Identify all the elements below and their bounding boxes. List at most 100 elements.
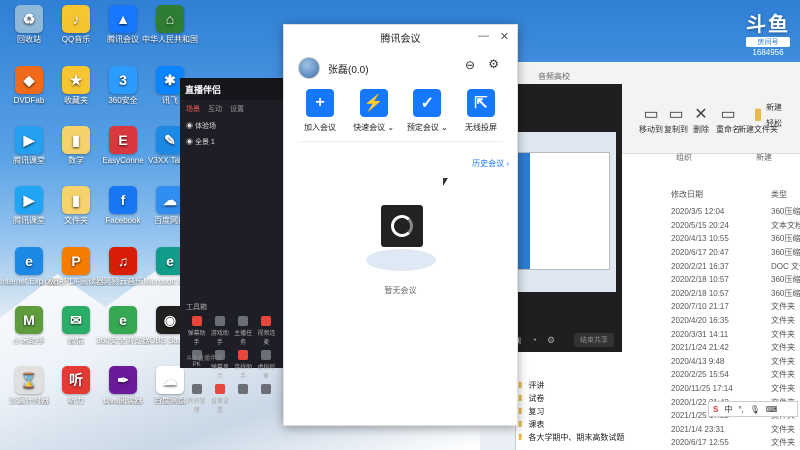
- close-icon[interactable]: ✕: [500, 30, 509, 43]
- meeting-actions: + 加入会议 ⚡ 快速会议 ⌄ ✓ 预定会议 ⌄ ⇱ 无线投屏: [294, 89, 507, 133]
- tool-label: 直播设置: [210, 399, 229, 414]
- file-row[interactable]: 2020/4/13 10:55 360压缩: [671, 232, 800, 246]
- file-row[interactable]: 2020/7/10 21:17 文件夹: [671, 300, 800, 314]
- tool-label: 弹幕助手: [187, 331, 206, 346]
- new-item-button[interactable]: 新建: [766, 102, 800, 113]
- tool-icon: [238, 316, 249, 326]
- chevron-down-icon[interactable]: ⌄: [387, 123, 394, 132]
- screen-share-window[interactable]: ▣ ◔ ⚙ 结束共享: [505, 84, 622, 352]
- room-number: 1684956: [752, 48, 784, 57]
- mic-icon[interactable]: ◔: [532, 335, 537, 345]
- folder-item[interactable]: ▮ 各大学期中、期末高数试题: [516, 432, 676, 445]
- app-icon: ♻: [15, 5, 43, 33]
- chevron-down-icon[interactable]: ⌄: [441, 123, 448, 132]
- gear-icon[interactable]: ⚙: [488, 57, 499, 71]
- file-row[interactable]: 2020/5/15 20:24 文本文档: [671, 219, 800, 233]
- easy-access-button[interactable]: 轻松: [766, 118, 800, 129]
- file-row[interactable]: 2020/11/25 17:14 文件夹: [671, 382, 800, 396]
- explorer-title: 音频高校: [538, 72, 570, 81]
- end-share-button[interactable]: 结束共享: [574, 333, 614, 347]
- calendar-icon: ✓: [413, 89, 442, 117]
- toolbox-item[interactable]: [233, 384, 254, 414]
- tab-interact[interactable]: 互动: [208, 104, 222, 114]
- file-row[interactable]: 2020/3/31 14:11 文件夹: [671, 327, 800, 341]
- folder-icon: ▮: [518, 393, 523, 402]
- organize-group-label: 组织: [676, 153, 692, 162]
- tab-settings[interactable]: 设置: [230, 104, 244, 114]
- tab-scene[interactable]: 场景: [186, 104, 200, 114]
- minimize-icon[interactable]: —: [478, 30, 489, 42]
- toolbox-item[interactable]: 虚拟形象: [256, 350, 277, 380]
- file-row[interactable]: 2020/4/20 16:35 文件夹: [671, 314, 800, 328]
- col-header-date[interactable]: 修改日期: [671, 189, 703, 200]
- folder-item[interactable]: ▮ 课表: [516, 419, 676, 432]
- tool-icon: [261, 384, 272, 394]
- col-header-type[interactable]: 类型: [771, 189, 787, 200]
- file-type: 360压缩: [771, 207, 800, 217]
- toolbox-item[interactable]: 主播任务: [233, 316, 254, 346]
- file-date: 2020/7/10 21:17: [671, 302, 729, 312]
- stream-companion-window[interactable]: 直播伴侣 场景 互动 设置 ◉ 体验场 ◉ 全景 1 工具箱 弹幕助手 游戏助手主…: [180, 78, 283, 414]
- toolbox-item[interactable]: 游戏助手: [209, 316, 230, 346]
- app-icon: M: [15, 306, 43, 334]
- file-row[interactable]: 2021/1/4 23:31 文件夹: [671, 423, 800, 437]
- file-row[interactable]: 2020/6/17 12:55 文件夹: [671, 436, 800, 450]
- join-meeting-button[interactable]: + 加入会议: [294, 89, 346, 133]
- tool-label: 游戏助手: [210, 331, 229, 346]
- schedule-meeting-button[interactable]: ✓ 预定会议 ⌄: [401, 89, 453, 133]
- notification-icon[interactable]: ⊖: [465, 58, 475, 72]
- settings-icon[interactable]: ⚙: [547, 335, 555, 346]
- toolbox-item[interactable]: 弹幕助手: [186, 316, 207, 346]
- folder-icon: ▮: [518, 432, 523, 441]
- file-row[interactable]: 2021/1/24 21:42 文件夹: [671, 341, 800, 355]
- douyu-watermark: 斗鱼 房间号 1684956: [746, 8, 790, 57]
- file-row[interactable]: 2020/6/17 20:47 360压缩: [671, 246, 800, 260]
- file-type: 文件夹: [771, 343, 795, 353]
- new-group-label: 新建: [756, 153, 772, 162]
- folder-label: 复习: [528, 407, 545, 416]
- app-icon: e: [15, 247, 43, 275]
- file-date: 2020/2/21 16:37: [671, 261, 729, 271]
- toolbox-item[interactable]: 连线助手: [233, 350, 254, 380]
- file-date: 2021/1/24 21:42: [671, 343, 729, 353]
- mic-icon[interactable]: 🎙: [750, 405, 760, 414]
- quick-meeting-button[interactable]: ⚡ 快速会议 ⌄: [348, 89, 400, 133]
- wireless-cast-button[interactable]: ⇱ 无线投屏: [455, 89, 507, 133]
- ime-lang[interactable]: 中: [724, 404, 732, 415]
- app-icon: E: [109, 126, 137, 154]
- folder-item[interactable]: ▮ 试卷: [516, 393, 676, 406]
- file-row[interactable]: 2020/2/18 10:57 360压缩: [671, 273, 800, 287]
- file-row[interactable]: 2020/3/5 12:04 360压缩: [671, 205, 800, 219]
- toolbox-item[interactable]: 视频连麦: [256, 316, 277, 346]
- file-date: 2020/6/17 20:47: [671, 248, 729, 258]
- scene-row[interactable]: ◉ 全景 1: [180, 134, 283, 150]
- brand-logo: 斗鱼: [746, 14, 790, 36]
- folder-label: 评讲: [528, 381, 545, 390]
- file-date: 2021/1/4 23:31: [671, 424, 725, 434]
- user-profile[interactable]: 张磊(0.0): [284, 49, 517, 87]
- toolbox-item[interactable]: 直播设置: [209, 384, 230, 414]
- file-row[interactable]: 2020/4/13 9:48 文件夹: [671, 355, 800, 369]
- desktop-icon[interactable]: ⌂ 中华人民共和国: [141, 5, 199, 44]
- scene-row[interactable]: ◉ 体验场: [180, 118, 283, 134]
- stream-app-title: 直播伴侣: [180, 78, 283, 100]
- avatar[interactable]: [298, 57, 320, 79]
- meeting-title: 腾讯会议: [380, 33, 421, 45]
- shared-screen-preview: [511, 132, 616, 292]
- file-row[interactable]: 2020/2/18 10:57 360压缩: [671, 287, 800, 301]
- toolbox-item[interactable]: 房间管理: [186, 384, 207, 414]
- tencent-meeting-window[interactable]: 腾讯会议 — ✕ 张磊(0.0) ⊖ ⚙ + 加入会议 ⚡ 快速会议 ⌄ ✓ 预…: [283, 24, 518, 426]
- file-row[interactable]: 2020/2/25 15:54 文件夹: [671, 368, 800, 382]
- file-date: 2020/3/5 12:04: [671, 207, 725, 217]
- ime-punct[interactable]: °,: [738, 405, 743, 414]
- history-meetings-link[interactable]: 历史会议 ›: [472, 158, 509, 169]
- toolbox-item[interactable]: [256, 384, 277, 414]
- folder-item[interactable]: ▮ 复习: [516, 406, 676, 419]
- folder-item[interactable]: ▮ 评讲: [516, 380, 676, 393]
- file-type: 文件夹: [771, 302, 795, 312]
- tool-icon: [261, 350, 272, 360]
- tool-icon: [238, 350, 249, 360]
- keyboard-icon[interactable]: ⌨: [766, 405, 778, 414]
- ime-toolbar[interactable]: S 中 °, 🎙 ⌨: [708, 401, 798, 417]
- file-row[interactable]: 2020/2/21 16:37 DOC 文件: [671, 259, 800, 273]
